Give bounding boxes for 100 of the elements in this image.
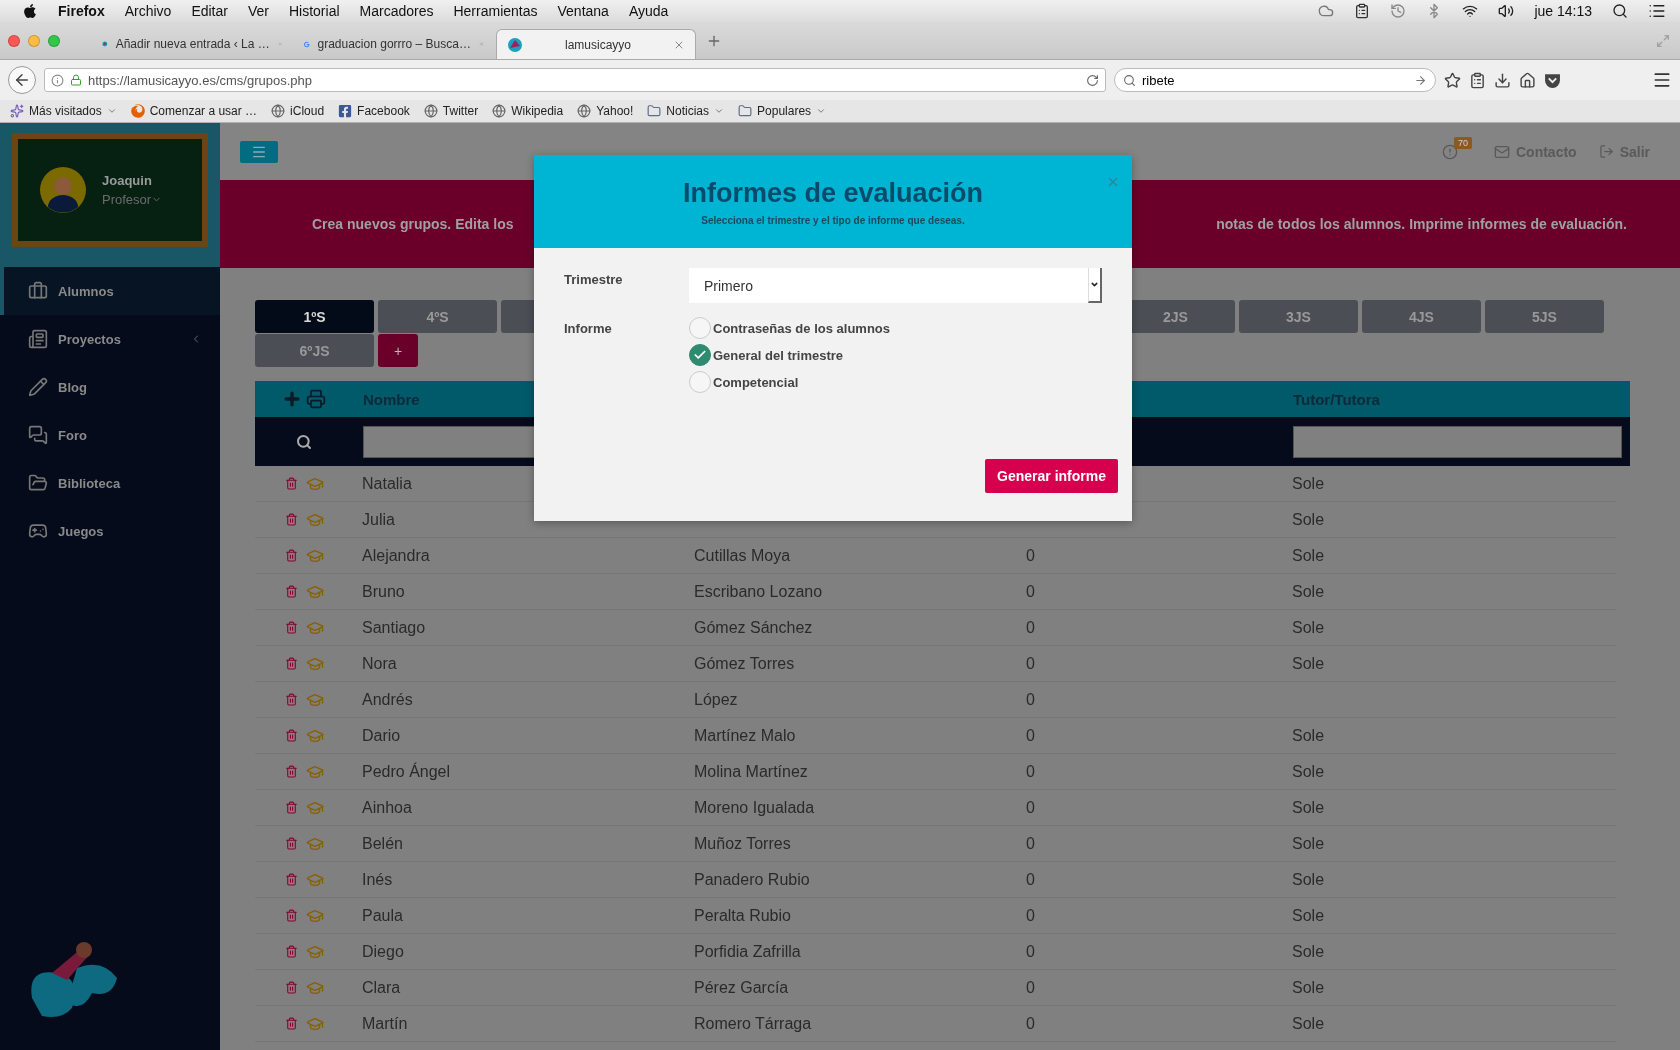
sidebar-item[interactable]: Blog	[0, 363, 220, 411]
menu-item[interactable]: Ver	[247, 3, 269, 19]
bookmark-item[interactable]: Comenzar a usar …	[130, 104, 258, 118]
bookmark-item[interactable]: Noticias	[647, 104, 725, 118]
bookmark-item[interactable]: Más visitados	[10, 104, 117, 118]
table-cell-text: 0	[1025, 942, 1036, 961]
trash-icon[interactable]	[284, 873, 298, 886]
trash-icon[interactable]	[284, 981, 298, 994]
trash-icon[interactable]	[284, 801, 298, 814]
trash-icon[interactable]	[284, 477, 298, 490]
fullscreen-icon[interactable]	[1656, 33, 1670, 48]
table-cell-text: Sole	[1291, 762, 1326, 781]
pocket-icon[interactable]	[1544, 71, 1561, 89]
menu-item[interactable]: Ventana	[557, 3, 609, 19]
menu-item[interactable]: Herramientas	[453, 3, 538, 19]
plus-icon[interactable]	[282, 389, 302, 409]
browser-tab[interactable]: Añadir nueva entrada ‹ La …	[92, 29, 292, 59]
home-icon[interactable]	[1519, 71, 1536, 89]
close-window-button[interactable]	[8, 34, 20, 47]
minimize-window-button[interactable]	[28, 34, 40, 47]
close-button[interactable]	[1106, 175, 1120, 189]
banner-text: notas de todos los alumnos. Imprime informes de evaluación.	[1216, 216, 1627, 232]
bookmark-item[interactable]: Facebook	[338, 104, 410, 118]
table-cell-text: Sole	[1291, 906, 1326, 925]
reading-list-icon[interactable]	[1469, 71, 1486, 89]
menu-item[interactable]: Ayuda	[628, 3, 669, 19]
trash-icon[interactable]	[284, 909, 298, 922]
trash-icon[interactable]	[284, 1017, 298, 1030]
apple-icon[interactable]	[22, 3, 38, 19]
wifi-icon[interactable]	[1462, 3, 1479, 19]
sidebar-item[interactable]: Juegos	[0, 507, 220, 555]
print-icon[interactable]	[306, 389, 326, 409]
table-cell-text: Peralta Rubio	[693, 906, 792, 925]
search-icon[interactable]	[1612, 3, 1628, 19]
trash-icon[interactable]	[284, 729, 298, 742]
sidebar-item[interactable]: Alumnos	[0, 267, 220, 315]
volume-icon[interactable]	[1498, 3, 1515, 19]
address-field[interactable]: https://lamusicayyo.es/cms/grupos.php	[44, 68, 1106, 92]
clipboard-icon[interactable]	[1354, 3, 1371, 19]
table-cell-text: Gómez Sánchez	[693, 618, 814, 637]
trash-icon[interactable]	[284, 585, 298, 598]
trash-icon[interactable]	[284, 765, 298, 778]
menu-icon[interactable]	[1652, 70, 1672, 90]
gamepad-icon	[28, 521, 48, 541]
generate-report-button[interactable]: Generar informe	[985, 459, 1118, 493]
globe-icon	[271, 104, 286, 118]
bookmark-item[interactable]: Twitter	[423, 104, 479, 118]
radio-button[interactable]	[689, 317, 711, 339]
menu-item[interactable]: Editar	[191, 3, 228, 19]
bookmark-item[interactable]: Wikipedia	[492, 104, 564, 118]
trash-icon[interactable]	[284, 621, 298, 634]
sidebar-item[interactable]: Proyectos	[0, 315, 220, 363]
trash-icon[interactable]	[284, 657, 298, 670]
filter-field[interactable]	[1293, 425, 1622, 458]
sidebar-item[interactable]: Foro	[0, 411, 220, 459]
list-icon[interactable]	[1648, 2, 1666, 20]
alert-icon[interactable]	[1441, 143, 1458, 160]
folder-icon	[647, 104, 662, 118]
radio-button[interactable]	[689, 371, 711, 393]
zoom-window-button[interactable]	[48, 34, 60, 47]
bookmark-star-icon[interactable]	[1444, 71, 1461, 89]
radio-button[interactable]	[689, 344, 711, 366]
menu-item[interactable]: Marcadores	[359, 3, 434, 19]
bookmark-item[interactable]: Yahoo!	[577, 104, 634, 118]
menu-toggle-button[interactable]	[240, 140, 278, 163]
globe-icon	[577, 104, 592, 118]
trimestre-select[interactable]: Primero	[689, 268, 1102, 303]
search-field[interactable]: ribete	[1114, 68, 1436, 92]
group-tab[interactable]: 1ºS	[255, 300, 374, 333]
back-button[interactable]	[8, 66, 36, 94]
search-input[interactable]: ribete	[1142, 72, 1408, 88]
radio-option[interactable]: General del trimestre	[689, 344, 1102, 366]
bookmark-item[interactable]: iCloud	[271, 104, 325, 118]
caret-icon	[106, 106, 117, 116]
table-cell-text: 0	[1025, 726, 1036, 745]
browser-tab[interactable]: graduacion gorrro – Busca…	[294, 29, 494, 59]
radio-option[interactable]: Competencial	[689, 371, 1102, 393]
sidebar-item[interactable]: Biblioteca	[0, 459, 220, 507]
history-icon[interactable]	[1390, 3, 1407, 19]
radio-option[interactable]: Contraseñas de los alumnos	[689, 317, 1102, 339]
cloud-icon[interactable]	[1318, 3, 1335, 19]
trash-icon[interactable]	[284, 945, 298, 958]
check-icon	[693, 348, 707, 362]
table-cell-text: 0	[1025, 870, 1036, 889]
trash-icon[interactable]	[284, 549, 298, 562]
bookmark-item[interactable]: Populares	[738, 104, 827, 118]
add-group-button[interactable]: +	[378, 334, 418, 367]
go-arrow-icon[interactable]	[1414, 73, 1427, 87]
trash-icon[interactable]	[284, 837, 298, 850]
download-icon[interactable]	[1494, 71, 1511, 89]
browser-tab[interactable]: lamusicayyo	[496, 29, 696, 59]
table-cell-text: Sole	[1291, 654, 1326, 673]
menu-item[interactable]: Archivo	[124, 3, 172, 19]
trash-icon[interactable]	[284, 693, 298, 706]
table-cell-text: Sole	[1291, 798, 1326, 817]
menu-app-name[interactable]: Firefox	[58, 3, 105, 19]
trash-icon[interactable]	[284, 513, 298, 526]
reload-icon[interactable]	[1086, 73, 1099, 87]
menu-item[interactable]: Historial	[288, 3, 340, 19]
briefcase-icon	[28, 281, 48, 301]
